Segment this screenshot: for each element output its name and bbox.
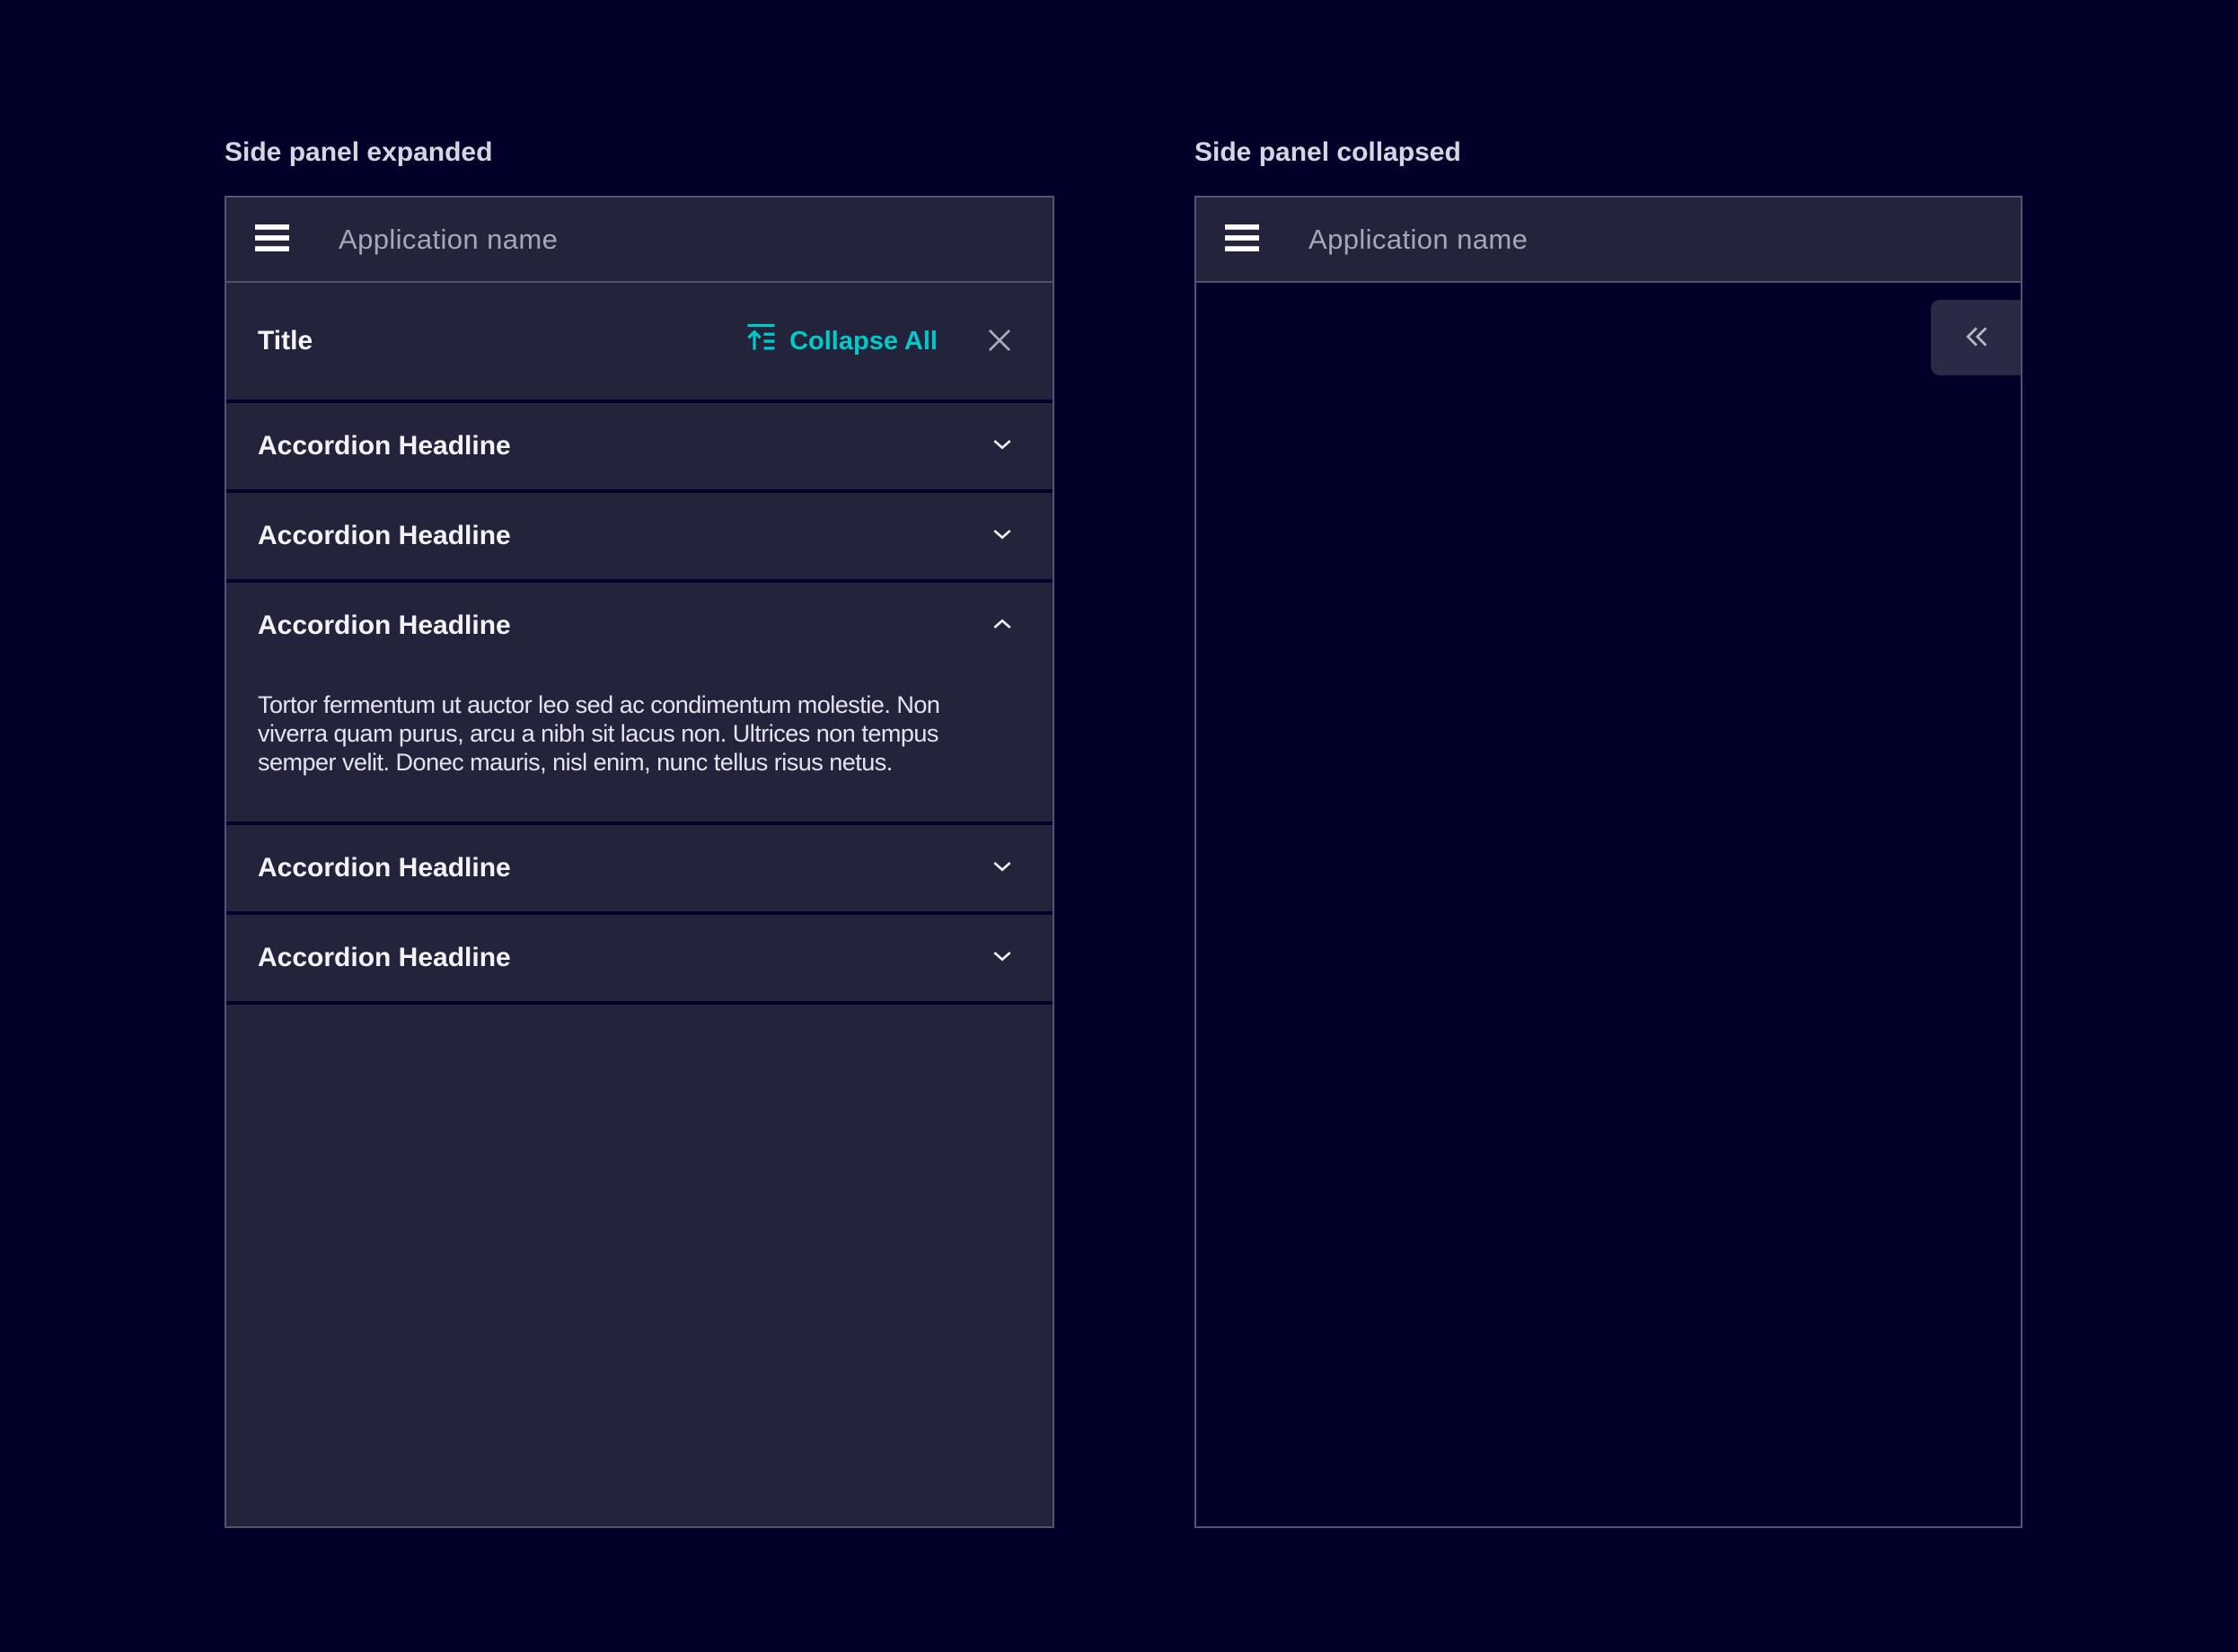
chevron-down-icon [988,430,1017,463]
app-title: Application name [1308,224,1528,256]
app-title: Application name [339,224,558,256]
chevron-down-icon [988,520,1017,553]
collapse-all-label: Collapse All [789,327,938,356]
accordion-header[interactable]: Accordion Headline [226,583,1053,669]
accordion-label: Accordion Headline [258,611,511,641]
collapse-all-button[interactable]: Collapse All [745,321,938,361]
panel-title: Title [258,326,313,356]
side-panel-collapsed-section: Side panel collapsed Application name [1194,136,2022,1528]
close-icon [982,323,1017,360]
chevron-down-icon [988,942,1017,975]
panel-collapse-button[interactable] [1931,300,2021,375]
section-label: Side panel expanded [225,136,1054,169]
accordion-item-expanded: Accordion Headline Tortor fermentum ut a… [226,583,1053,822]
accordion-label: Accordion Headline [258,853,511,883]
menu-button[interactable] [255,224,289,255]
burger-menu-icon [255,224,289,255]
accordion-label: Accordion Headline [258,521,511,551]
side-panel-collapsed: Application name [1194,196,2022,1528]
section-label: Side panel collapsed [1194,136,2022,169]
side-panel-expanded: Application name Title Collapse All [225,196,1054,1528]
menu-button[interactable] [1225,224,1259,255]
side-panel-expanded-section: Side panel expanded Application name Tit… [225,136,1054,1528]
accordion-header[interactable]: Accordion Headline [226,403,1053,489]
chevron-down-icon [988,852,1017,885]
collapsed-panel-body [1196,283,2021,1526]
accordion-header[interactable]: Accordion Headline [226,915,1053,1001]
app-header: Application name [1196,198,2021,283]
accordion-header[interactable]: Accordion Headline [226,493,1053,579]
app-header: Application name [226,198,1053,283]
panel-filler [226,1005,1053,1526]
collapse-all-icon [745,321,778,361]
burger-menu-icon [1225,224,1259,255]
close-button[interactable] [982,323,1017,360]
panel-title-row: Title Collapse All [226,283,1053,400]
accordion-label: Accordion Headline [258,943,511,973]
chevron-up-icon [988,610,1017,643]
accordion-body: Tortor fermentum ut auctor leo sed ac co… [226,669,1053,822]
accordion-header[interactable]: Accordion Headline [226,825,1053,911]
accordion-label: Accordion Headline [258,431,511,461]
double-chevron-left-icon [1957,318,1995,358]
